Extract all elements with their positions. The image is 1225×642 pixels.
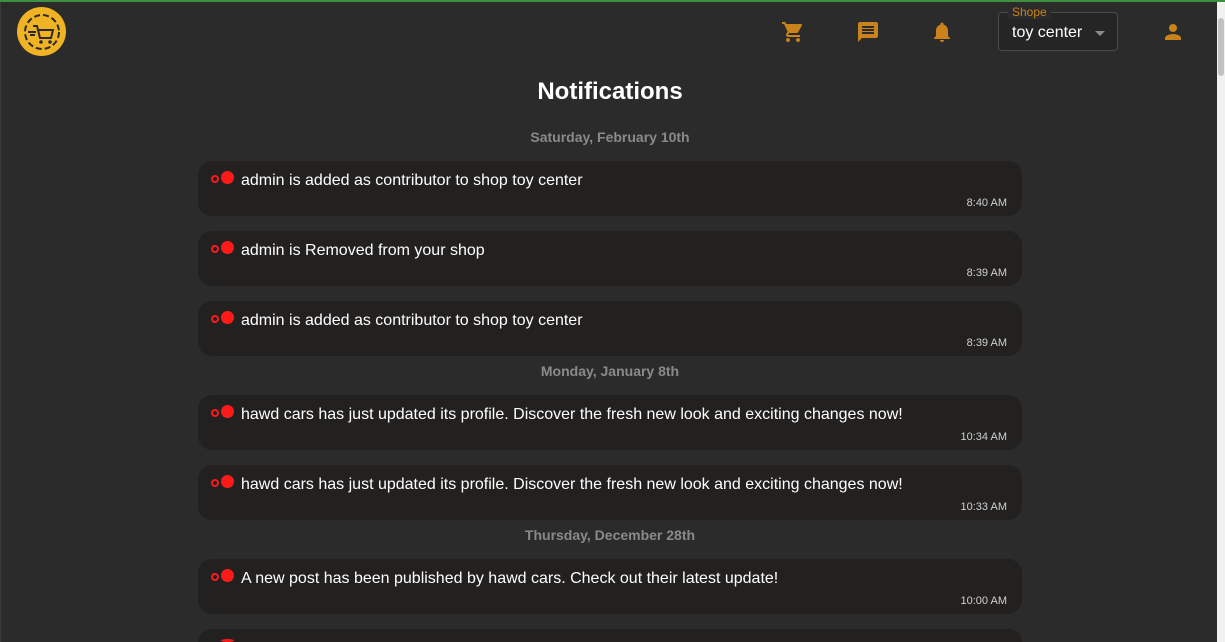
unread-dot-icon [221, 475, 234, 488]
unread-indicator-icon [211, 245, 219, 253]
notification-message: hawd cars has just updated its profile. … [241, 406, 903, 423]
date-heading: Thursday, December 28th [524, 527, 696, 543]
notification-item[interactable]: hawd cars has just updated its profile. … [198, 465, 1022, 520]
notification-item[interactable]: admin is Removed from your shop 8:39 AM [198, 231, 1022, 286]
notification-time: 10:34 AM [960, 431, 1007, 443]
notification-message: hawd cars has just updated its profile. … [241, 476, 903, 493]
top-border [0, 0, 1225, 2]
notification-message: admin is Removed from your shop [241, 242, 485, 259]
date-heading: Saturday, February 10th [530, 129, 690, 145]
notification-time: 8:39 AM [966, 267, 1007, 279]
notification-message: admin is added as contributor to shop to… [241, 172, 583, 189]
shop-select-value: toy center [1012, 24, 1083, 41]
unread-dot-icon [221, 241, 234, 254]
notification-time: 10:33 AM [960, 501, 1007, 513]
notification-time: 8:39 AM [966, 337, 1007, 349]
notification-item[interactable]: hawd cars has just updated its profile. … [198, 395, 1022, 450]
notification-message: admin is added as contributor to shop to… [241, 312, 583, 329]
unread-dot-icon [221, 171, 234, 184]
person-icon[interactable] [1160, 19, 1186, 45]
notification-time: 8:40 AM [966, 197, 1007, 209]
scrollbar-thumb[interactable] [1218, 18, 1224, 76]
logo-icon[interactable] [17, 7, 66, 56]
shop-select-label: Shope [1008, 5, 1051, 19]
notification-item[interactable] [198, 629, 1022, 642]
notification-item[interactable]: A new post has been published by hawd ca… [198, 559, 1022, 614]
unread-indicator-icon [211, 315, 219, 323]
unread-dot-icon [221, 311, 234, 324]
cart-icon[interactable] [780, 19, 806, 45]
notification-time: 10:00 AM [960, 595, 1007, 607]
shop-select[interactable]: Shope toy center [998, 5, 1118, 51]
page-title: Notifications [537, 78, 683, 105]
bell-icon[interactable] [929, 19, 955, 45]
date-heading: Monday, January 8th [540, 363, 680, 379]
unread-dot-icon [221, 405, 234, 418]
notification-item[interactable]: admin is added as contributor to shop to… [198, 301, 1022, 356]
unread-indicator-icon [211, 479, 219, 487]
chat-icon[interactable] [855, 19, 881, 45]
unread-indicator-icon [211, 573, 219, 581]
notification-item[interactable]: admin is added as contributor to shop to… [198, 161, 1022, 216]
unread-indicator-icon [211, 175, 219, 183]
notification-message: A new post has been published by hawd ca… [241, 570, 779, 587]
unread-dot-icon [221, 569, 234, 582]
caret-down-icon [1095, 31, 1105, 36]
unread-indicator-icon [211, 409, 219, 417]
